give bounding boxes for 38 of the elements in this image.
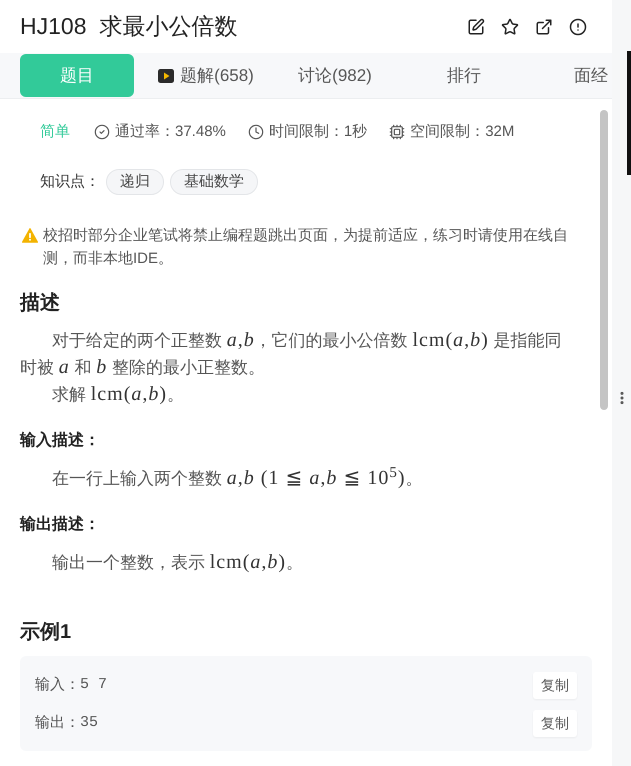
- section-heading: 输入描述：: [20, 431, 101, 451]
- description-paragraph: 在一行上输入两个整数 a,b (1 ≦ a,b ≦ 10$^{5}$)。: [51, 465, 424, 491]
- copy-button[interactable]: 复制: [533, 710, 577, 737]
- warning-icon: [22, 228, 38, 243]
- example-label: 输入：: [35, 675, 80, 696]
- external-link-icon[interactable]: [535, 18, 553, 36]
- example-label: 输出：: [35, 713, 80, 734]
- star-icon[interactable]: [501, 18, 519, 36]
- copy-button[interactable]: 复制: [533, 672, 577, 699]
- tab[interactable]: 面经: [536, 54, 612, 97]
- clock-icon: [248, 124, 264, 140]
- tag[interactable]: 基础数学: [170, 169, 258, 195]
- scrollbar-thumb[interactable]: [600, 110, 608, 410]
- stat-text: 通过率：37.48%: [115, 122, 226, 142]
- section-heading: 描述: [20, 291, 61, 316]
- scrollbar-thumb[interactable]: [627, 51, 631, 175]
- description-paragraph: 对于给定的两个正整数 a,b，它们的最小公倍数 lcm(a,b) 是指能同时被 a 和 b 整除的最小正整数。: [20, 328, 563, 380]
- example-heading: 示例1: [20, 620, 72, 645]
- tab[interactable]: 排行: [407, 54, 521, 97]
- example-value: 35: [80, 713, 100, 734]
- alert-circle-icon[interactable]: [569, 18, 587, 36]
- tab[interactable]: 题解(658): [149, 54, 263, 97]
- chip-icon: [389, 124, 406, 140]
- video-play-icon: [158, 68, 174, 84]
- stat-text: 空间限制：32M: [410, 122, 514, 142]
- section-heading: 输出描述：: [20, 515, 101, 535]
- notice-text: 校招时部分企业笔试将禁止编程题跳出页面，为提前适应，练习时请使用在线自测，而非本地IDE。: [43, 226, 569, 269]
- difficulty-label: 简单: [40, 122, 70, 142]
- edit-icon[interactable]: [467, 18, 485, 36]
- problem-title: HJ108 求最小公倍数: [20, 12, 238, 42]
- stat-text: 时间限制：1秒: [268, 122, 368, 142]
- description-paragraph: 输出一个整数，表示 lcm(a,b)。: [51, 550, 304, 575]
- knowledge-label: 知识点：: [40, 172, 100, 192]
- example-value: 5 7: [80, 675, 108, 696]
- check-circle-icon: [94, 124, 110, 140]
- description-paragraph: 求解 lcm(a,b)。: [51, 382, 186, 407]
- tab[interactable]: 讨论(982): [278, 54, 392, 97]
- tag[interactable]: 递归: [106, 169, 164, 195]
